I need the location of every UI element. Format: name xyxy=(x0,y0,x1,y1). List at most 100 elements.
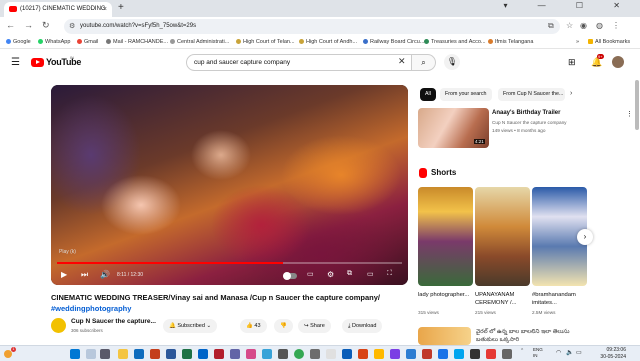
miniplayer-icon[interactable]: ⧉ xyxy=(347,270,352,278)
bookmark-item[interactable]: Railway Board Circu... xyxy=(363,39,424,45)
address-bar[interactable]: ⚙ youtube.com/watch?v=sFyf5h_75ow&t=29s xyxy=(64,19,560,34)
chips-next-icon[interactable]: › xyxy=(570,90,572,97)
hashtag-link[interactable]: #weddingphotography xyxy=(51,304,131,313)
clear-search-icon[interactable]: ✕ xyxy=(398,56,406,67)
youtube-logo-text[interactable]: YouTube xyxy=(46,57,81,67)
edge-icon[interactable] xyxy=(134,349,144,359)
app-icon[interactable] xyxy=(342,349,352,359)
battery-icon[interactable]: ▭ xyxy=(576,349,582,356)
app-icon[interactable] xyxy=(406,349,416,359)
short-thumbnail[interactable] xyxy=(475,187,530,286)
captions-icon[interactable]: ▭ xyxy=(307,270,314,278)
progress-bar[interactable] xyxy=(57,262,402,264)
bookmark-item[interactable]: Ifmis Telangana xyxy=(488,39,533,45)
browser-tab[interactable]: (10217) CINEMATIC WEDDING × xyxy=(4,2,112,17)
short-title[interactable]: #bramhanandam imitates... xyxy=(532,291,588,307)
recommended-channel[interactable]: Cup N Saucer the capture company xyxy=(492,120,567,125)
fullscreen-icon[interactable]: ⛶ xyxy=(387,270,392,278)
bookmark-item[interactable]: High Court of Telan... xyxy=(236,39,295,45)
tab-close-icon[interactable]: × xyxy=(103,2,107,17)
site-info-icon[interactable]: ⚙ xyxy=(69,19,75,34)
outlook-icon[interactable] xyxy=(198,349,208,359)
app-icon[interactable] xyxy=(502,349,512,359)
app-icon[interactable] xyxy=(454,349,464,359)
app-icon[interactable] xyxy=(358,349,368,359)
file-explorer-icon[interactable] xyxy=(118,349,128,359)
channel-name[interactable]: Cup N Saucer the capture... xyxy=(71,318,159,325)
app-icon[interactable] xyxy=(486,349,496,359)
short-title[interactable]: lady photographer... xyxy=(418,291,474,299)
like-button[interactable]: 👍 43 xyxy=(240,319,267,333)
chrome-menu-icon[interactable]: ⋮ xyxy=(612,21,620,30)
account-avatar[interactable] xyxy=(612,56,624,68)
video-player[interactable]: Play (k) ▶ ⏭ 🔊 8:11 / 12:30 ▭ ⚙ ⧉ ▭ ⛶ xyxy=(51,85,408,285)
mail-icon[interactable] xyxy=(262,349,272,359)
settings-icon[interactable] xyxy=(310,349,320,359)
task-view-icon[interactable] xyxy=(100,349,110,359)
app-icon[interactable] xyxy=(470,349,480,359)
short-title[interactable]: UPANAYANAM CEREMONY /... xyxy=(475,291,531,307)
forward-icon[interactable]: → xyxy=(24,20,33,30)
theater-mode-icon[interactable]: ▭ xyxy=(367,270,374,278)
word-icon[interactable] xyxy=(166,349,176,359)
bookmark-item[interactable]: Gmail xyxy=(77,39,98,45)
play-icon[interactable]: ▶ xyxy=(61,270,67,279)
back-icon[interactable]: ← xyxy=(6,20,15,30)
page-scrollbar[interactable] xyxy=(635,80,639,130)
chrome-icon[interactable] xyxy=(294,349,304,359)
dislike-button[interactable]: 👎 xyxy=(274,319,293,333)
tray-chevron-icon[interactable]: ⌃ xyxy=(520,348,524,354)
video-frame[interactable] xyxy=(51,85,408,285)
settings-gear-icon[interactable]: ⚙ xyxy=(327,270,334,279)
install-app-icon[interactable]: ⧉ xyxy=(548,21,554,31)
voice-search-button[interactable]: 🎙 xyxy=(444,54,460,70)
autoplay-toggle[interactable] xyxy=(283,272,297,280)
bookmark-item[interactable]: Mail - RAMCHANDE... xyxy=(106,39,168,45)
youtube-logo-icon[interactable] xyxy=(31,58,44,67)
speaker-icon[interactable]: 🔈 xyxy=(566,349,573,356)
recommended-title[interactable]: వైరల్ లో ఉన్న బాల బాలలిని ఇలా తెలుసు బతు… xyxy=(476,328,588,344)
bookmark-item[interactable]: WhatsApp xyxy=(38,39,70,45)
app-icon[interactable] xyxy=(390,349,400,359)
wifi-icon[interactable]: ◠ xyxy=(556,349,561,356)
app-icon[interactable] xyxy=(422,349,432,359)
subscribed-button[interactable]: 🔔 Subscribed ⌄ xyxy=(163,319,218,333)
chip-from-search[interactable]: From your search xyxy=(440,88,492,101)
volume-icon[interactable]: 🔊 xyxy=(100,270,110,279)
bookmark-item[interactable]: Central Administrati... xyxy=(170,39,229,45)
short-thumbnail[interactable] xyxy=(418,187,473,286)
recommended-title[interactable]: Anaay's Birthday Trailer xyxy=(492,110,560,116)
bookmark-star-icon[interactable]: ☆ xyxy=(566,21,573,30)
channel-avatar[interactable] xyxy=(51,318,66,333)
all-bookmarks[interactable]: All Bookmarks xyxy=(588,39,630,45)
language-indicator[interactable]: ENG IN xyxy=(533,347,543,359)
extension-icon[interactable]: ◉ xyxy=(580,21,587,30)
new-tab-button[interactable]: + xyxy=(118,2,124,13)
search-input[interactable]: cup and saucer capture company xyxy=(186,54,412,71)
app-icon[interactable] xyxy=(438,349,448,359)
profile-icon[interactable]: ◍ xyxy=(596,21,603,30)
window-controls[interactable]: ▾ — ☐ ✕ xyxy=(503,1,634,10)
bookmark-item[interactable]: High Court of Andh... xyxy=(299,39,357,45)
next-icon[interactable]: ⏭ xyxy=(81,270,88,280)
more-bookmarks-icon[interactable]: » xyxy=(576,39,579,45)
share-button[interactable]: ↪ Share xyxy=(298,319,331,333)
windows-start-icon[interactable] xyxy=(70,349,80,359)
teams-icon[interactable] xyxy=(230,349,240,359)
search-button[interactable]: ⌕ xyxy=(412,54,436,71)
pdf-icon[interactable] xyxy=(214,349,224,359)
camera-icon[interactable] xyxy=(326,349,336,359)
app-icon[interactable] xyxy=(374,349,384,359)
more-options-icon[interactable]: ⋮ xyxy=(626,110,633,118)
bookmark-item[interactable]: Treasuries and Acco... xyxy=(424,39,486,45)
shorts-next-button[interactable]: › xyxy=(577,229,593,245)
create-video-icon[interactable]: ⊞ xyxy=(568,57,576,68)
recommended-thumbnail[interactable] xyxy=(418,327,471,345)
clock[interactable]: 09:23:06 30-05-2024 xyxy=(590,347,626,360)
store-icon[interactable] xyxy=(278,349,288,359)
bookmark-item[interactable]: Google xyxy=(6,39,31,45)
download-button[interactable]: ⤓ Download xyxy=(342,319,383,333)
powerpoint-icon[interactable] xyxy=(150,349,160,359)
chip-all[interactable]: All xyxy=(420,88,436,101)
chip-from-channel[interactable]: From Cup N Saucer the... xyxy=(498,88,565,101)
